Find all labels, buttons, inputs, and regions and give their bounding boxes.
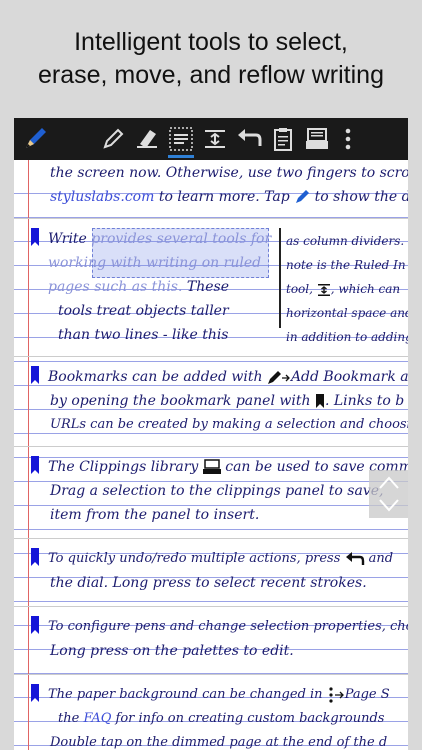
app-window: the screen now. Otherwise, use two finge…	[14, 118, 408, 750]
clippings-icon	[202, 459, 221, 474]
note-line: note is the Ruled In	[286, 258, 406, 272]
note-line: pages such as this. These	[48, 279, 229, 295]
note-line: To configure pens and change selection p…	[48, 619, 408, 634]
app-pen-icon[interactable]	[14, 118, 56, 160]
note-line: by opening the bookmark panel with . Lin…	[50, 393, 405, 409]
bookmark-icon[interactable]	[31, 684, 39, 702]
more-icon[interactable]	[334, 118, 362, 160]
note-line: URLs can be created by making a selectio…	[50, 417, 408, 432]
undo-icon	[345, 551, 364, 565]
more-icon	[329, 686, 344, 703]
margin-line	[28, 160, 29, 750]
bookmark-icon[interactable]	[31, 228, 39, 246]
note-line: Drag a selection to the clippings panel …	[50, 483, 384, 499]
insert-space-icon	[317, 283, 330, 296]
toolbar	[14, 118, 408, 160]
pen-icon	[296, 190, 310, 203]
note-line: To quickly undo/redo multiple actions, p…	[48, 551, 394, 566]
chevron-up-icon	[378, 476, 399, 489]
notebook-page[interactable]: the screen now. Otherwise, use two finge…	[14, 160, 408, 750]
select-ruled-icon[interactable]	[164, 118, 198, 160]
block-separator	[14, 218, 408, 219]
marketing-headline: Intelligent tools to select, erase, move…	[0, 0, 422, 118]
note-line: tools treat objects taller	[58, 303, 229, 319]
scroll-page-button[interactable]	[369, 470, 408, 518]
note-line: styluslabs.com to learn more. Tap to sho…	[50, 189, 408, 205]
clipboard-icon[interactable]	[266, 118, 300, 160]
bookmark-icon[interactable]	[31, 616, 39, 634]
chevron-down-icon	[378, 499, 399, 512]
note-line-selected: working with writing on ruled	[48, 255, 262, 271]
note-line: Double tap on the dimmed page at the end…	[50, 735, 388, 750]
note-line: than two lines - like this	[58, 327, 229, 343]
clippings-icon[interactable]	[300, 118, 334, 160]
bookmark-icon[interactable]	[31, 366, 39, 384]
bookmark-icon[interactable]	[31, 548, 39, 566]
block-separator	[14, 356, 408, 357]
note-line: Write provides several tools for	[48, 231, 272, 247]
column-divider	[279, 228, 281, 328]
note-line: the screen now. Otherwise, use two finge…	[50, 165, 408, 181]
block-separator	[14, 446, 408, 447]
note-line: horizontal space and	[286, 306, 408, 320]
note-line: Long press on the palettes to edit.	[50, 643, 294, 659]
block-separator	[14, 538, 408, 539]
note-line: as column dividers.	[286, 234, 405, 248]
highlighter-icon[interactable]	[130, 118, 164, 160]
block-separator	[14, 674, 408, 675]
faq-link[interactable]: FAQ	[83, 711, 111, 726]
styluslabs-link[interactable]: styluslabs.com	[50, 189, 154, 205]
note-line: the dial. Long press to select recent st…	[50, 575, 367, 591]
note-line: The Clippings library can be used to sav…	[48, 459, 408, 475]
block-separator	[14, 606, 408, 607]
headline-line-2: erase, move, and reflow writing	[38, 61, 384, 89]
add-bookmark-pen-icon	[267, 371, 290, 384]
bookmark-panel-icon	[315, 394, 324, 408]
note-line: item from the panel to insert.	[50, 507, 260, 523]
undo-icon[interactable]	[232, 118, 266, 160]
pen-icon[interactable]	[96, 118, 130, 160]
note-line: Bookmarks can be added with Add Bookmark…	[48, 369, 408, 385]
insert-space-icon[interactable]	[198, 118, 232, 160]
note-line: the FAQ for info on creating custom back…	[58, 711, 385, 726]
note-line: tool, , which can	[286, 282, 401, 296]
note-line: The paper background can be changed in P…	[48, 686, 390, 703]
bookmark-icon[interactable]	[31, 456, 39, 474]
headline-line-1: Intelligent tools to select,	[74, 28, 348, 56]
note-line: in addition to adding v	[286, 330, 408, 344]
